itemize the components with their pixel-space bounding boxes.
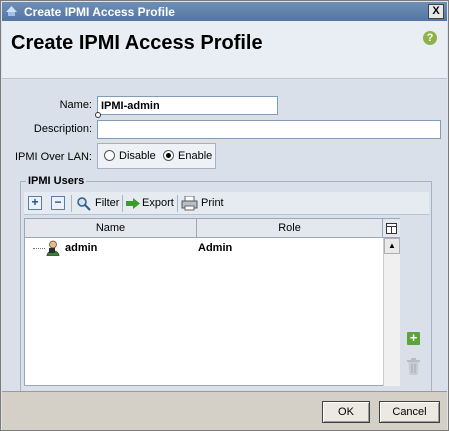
printer-icon[interactable]: [181, 196, 198, 211]
print-button[interactable]: Print: [201, 195, 224, 212]
name-label: Name:: [59, 99, 92, 111]
app-icon: [6, 6, 17, 16]
ipmi-over-lan-label: IPMI Over LAN:: [14, 151, 92, 163]
add-user-button[interactable]: +: [28, 196, 42, 210]
close-button[interactable]: X: [428, 4, 444, 19]
filter-button[interactable]: Filter: [95, 195, 119, 212]
column-chooser-button[interactable]: [383, 219, 400, 238]
page-title: Create IPMI Access Profile: [11, 32, 263, 54]
ok-button[interactable]: OK: [322, 401, 370, 423]
window-title: Create IPMI Access Profile: [24, 5, 175, 19]
text-cursor-marker: [95, 112, 101, 118]
scroll-up-arrow-icon[interactable]: ▲: [384, 238, 400, 254]
user-name-cell: admin: [65, 242, 98, 254]
toolbar-separator: [71, 195, 72, 212]
export-button[interactable]: Export: [142, 195, 174, 212]
trash-icon[interactable]: [406, 358, 421, 375]
dialog-footer: OK Cancel: [2, 391, 447, 430]
title-bar[interactable]: Create IPMI Access Profile X: [2, 2, 447, 21]
dialog-header: Create IPMI Access Profile ?: [2, 21, 447, 79]
vertical-scrollbar[interactable]: ▲: [383, 238, 400, 386]
help-icon[interactable]: ?: [423, 31, 437, 45]
export-arrow-icon[interactable]: [126, 198, 140, 209]
description-label: Description:: [33, 123, 92, 135]
ipmi-users-group-label: IPMI Users: [26, 175, 87, 187]
dialog-window: Create IPMI Access Profile X Create IPMI…: [0, 0, 449, 431]
column-header-name[interactable]: Name: [25, 219, 197, 238]
users-toolbar: + − Filter Export Print: [24, 192, 429, 215]
cancel-button[interactable]: Cancel: [379, 401, 440, 423]
column-header-role[interactable]: Role: [197, 219, 383, 238]
ipmi-over-lan-radio-group: Disable Enable: [97, 143, 216, 169]
toolbar-separator: [177, 195, 178, 212]
description-input[interactable]: [97, 120, 441, 139]
column-chooser-icon: [386, 223, 397, 234]
toolbar-separator: [122, 195, 123, 212]
add-icon[interactable]: +: [407, 331, 420, 345]
enable-radio[interactable]: [163, 150, 174, 161]
enable-radio-label[interactable]: Enable: [178, 150, 212, 162]
ipmi-users-table: Name Role admin Admin ▲: [24, 218, 400, 386]
name-input[interactable]: [97, 96, 278, 115]
user-icon: [46, 240, 60, 256]
disable-radio-label[interactable]: Disable: [119, 150, 156, 162]
table-row[interactable]: admin Admin: [25, 239, 382, 257]
tree-connector: [33, 248, 45, 249]
disable-radio[interactable]: [104, 150, 115, 161]
remove-user-button[interactable]: −: [51, 196, 65, 210]
user-role-cell: Admin: [198, 242, 233, 254]
filter-icon[interactable]: [76, 196, 92, 211]
